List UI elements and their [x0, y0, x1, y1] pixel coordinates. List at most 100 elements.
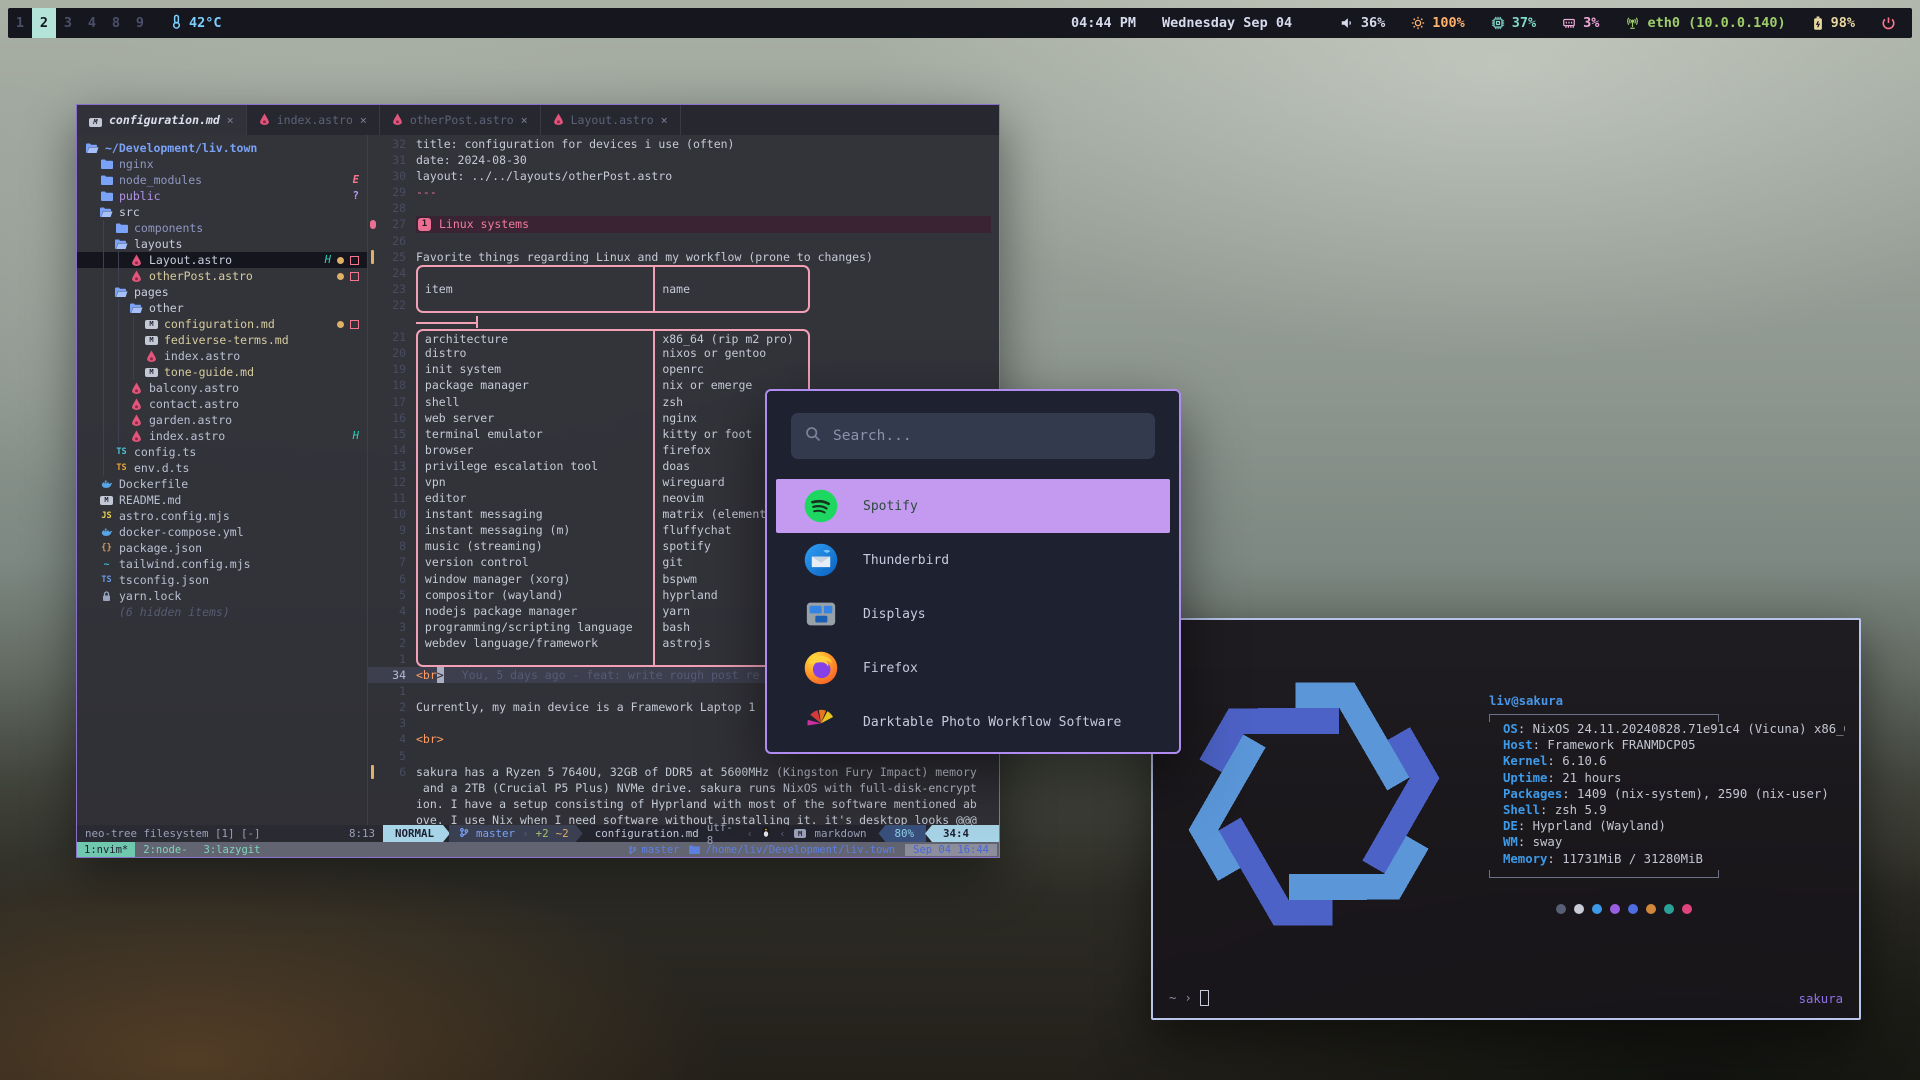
buffer-line[interactable]: ion. I have a setup consisting of Hyprla…: [368, 796, 999, 812]
tree-item-label: nginx: [119, 157, 154, 171]
tree-item[interactable]: MREADME.md: [77, 492, 367, 508]
tree-item[interactable]: ~tailwind.config.mjs: [77, 556, 367, 572]
workspace-2[interactable]: 2: [32, 8, 56, 38]
workspace-3[interactable]: 3: [56, 8, 80, 38]
fetch-info-row: Host: Framework FRANMDCP05: [1489, 738, 1845, 754]
tree-item[interactable]: nginx: [77, 156, 367, 172]
tree-item[interactable]: index.astro: [77, 348, 367, 364]
tree-item[interactable]: layouts: [77, 236, 367, 252]
tree-item[interactable]: components: [77, 220, 367, 236]
fetch-info-row: Uptime: 21 hours: [1489, 771, 1845, 787]
buffer-line[interactable]: 29---: [368, 184, 999, 200]
launcher-search[interactable]: [791, 413, 1155, 459]
buffer-line[interactable]: [368, 313, 999, 329]
tree-item[interactable]: yarn.lock: [77, 588, 367, 604]
tree-item[interactable]: garden.astro: [77, 412, 367, 428]
launcher-item-darktable[interactable]: Darktable Photo Workflow Software: [767, 695, 1179, 749]
tree-item[interactable]: node_modulesE: [77, 172, 367, 188]
tab-otherPost.astro[interactable]: otherPost.astro×: [380, 105, 541, 135]
tree-item[interactable]: Layout.astroH: [77, 252, 367, 268]
buffer-line[interactable]: and a 2TB (Crucial P5 Plus) NVMe drive. …: [368, 780, 999, 796]
tree-item[interactable]: other: [77, 300, 367, 316]
tree-item[interactable]: {}package.json: [77, 540, 367, 556]
tree-item[interactable]: Mfediverse-terms.md: [77, 332, 367, 348]
battery-module[interactable]: 98%: [1812, 15, 1855, 31]
brightness-module[interactable]: 100%: [1411, 15, 1465, 31]
tab-close-icon[interactable]: ×: [360, 113, 367, 127]
launcher-item-displays[interactable]: Displays: [767, 587, 1179, 641]
tree-item[interactable]: docker-compose.yml: [77, 524, 367, 540]
tab-close-icon[interactable]: ×: [661, 113, 668, 127]
workspace-9[interactable]: 9: [128, 8, 152, 38]
tree-item[interactable]: balcony.astro: [77, 380, 367, 396]
tree-item[interactable]: JSastro.config.mjs: [77, 508, 367, 524]
buffer-line[interactable]: 22: [368, 297, 999, 313]
buffer-line[interactable]: 20distronixos or gentoo: [368, 345, 999, 361]
buffer-line[interactable]: 21architecturex86_64 (rip m2 pro): [368, 329, 999, 345]
power-button[interactable]: [1881, 16, 1896, 31]
table-line: nodejs package manageryarn: [416, 603, 810, 619]
neo-tree-panel[interactable]: ~/Development/liv.townnginxnode_modulesE…: [77, 135, 368, 825]
tab-close-icon[interactable]: ×: [227, 113, 234, 127]
tree-item[interactable]: otherPost.astro: [77, 268, 367, 284]
sign-column: [368, 410, 380, 426]
tree-item-label: layouts: [134, 237, 182, 251]
buffer-line[interactable]: 6sakura has a Ryzen 5 7640U, 32GB of DDR…: [368, 764, 999, 780]
indent-guide: [85, 572, 99, 588]
tmux-window-3:lazygit[interactable]: 3:lazygit: [196, 844, 269, 856]
volume-module[interactable]: 36%: [1340, 15, 1385, 31]
tree-item[interactable]: TSenv.d.ts: [77, 460, 367, 476]
tmux-window-1:nvim*[interactable]: 1:nvim*: [77, 842, 135, 857]
tree-item[interactable]: Dockerfile: [77, 476, 367, 492]
launcher-item-spotify[interactable]: Spotify: [776, 479, 1170, 533]
workspace-4[interactable]: 4: [80, 8, 104, 38]
buffer-line[interactable]: 30layout: ../../layouts/otherPost.astro: [368, 168, 999, 184]
search-input[interactable]: [831, 427, 1141, 445]
launcher-item-firefox[interactable]: Firefox: [767, 641, 1179, 695]
shell-prompt[interactable]: ~ ›: [1169, 990, 1209, 1006]
tree-item[interactable]: index.astroH: [77, 428, 367, 444]
buffer-line[interactable]: 28: [368, 200, 999, 216]
indent-guide: [85, 476, 99, 492]
tree-item[interactable]: (6 hidden items): [77, 604, 367, 620]
launcher-item-thunderbird[interactable]: Thunderbird: [767, 533, 1179, 587]
workspace-8[interactable]: 8: [104, 8, 128, 38]
buffer-line[interactable]: 32title: configuration for devices i use…: [368, 136, 999, 152]
tab-close-icon[interactable]: ×: [521, 113, 528, 127]
tree-item[interactable]: src: [77, 204, 367, 220]
buffer-line[interactable]: 26: [368, 233, 999, 249]
clock-module: 04:44 PM Wednesday Sep 04: [1071, 15, 1292, 31]
tree-item[interactable]: pages: [77, 284, 367, 300]
workspace-1[interactable]: 1: [8, 8, 32, 38]
tab-configuration.md[interactable]: Mconfiguration.md×: [77, 105, 247, 135]
tree-item[interactable]: public?: [77, 188, 367, 204]
tree-item[interactable]: TSconfig.ts: [77, 444, 367, 460]
cpu-module[interactable]: 37%: [1491, 15, 1536, 31]
buffer-line[interactable]: 25Favorite things regarding Linux and my…: [368, 249, 999, 265]
file-icon-folder-open: [114, 287, 129, 297]
buffer-line[interactable]: 31date: 2024-08-30: [368, 152, 999, 168]
buffer-line[interactable]: ove. I use Nix when I need software with…: [368, 812, 999, 825]
sign-column: [368, 780, 380, 796]
terminal-host-label: sakura: [1799, 992, 1843, 1006]
tree-item[interactable]: Mtone-guide.md: [77, 364, 367, 380]
network-module[interactable]: eth0 (10.0.0.140): [1625, 15, 1785, 31]
buffer-line[interactable]: 271Linux systems: [368, 216, 999, 232]
tab-Layout.astro[interactable]: Layout.astro×: [541, 105, 681, 135]
memory-module[interactable]: 3%: [1562, 15, 1599, 31]
tree-item[interactable]: TStsconfig.json: [77, 572, 367, 588]
table-cell: editor: [416, 490, 655, 506]
fetch-terminal-window[interactable]: liv@sakura OS: NixOS 24.11.20240828.71e9…: [1151, 618, 1861, 1020]
tab-index.astro[interactable]: index.astro×: [247, 105, 380, 135]
git-changed-count: ~2: [556, 827, 569, 840]
indent-guide: [118, 268, 129, 284]
buffer-line[interactable]: 23itemname: [368, 281, 999, 297]
tmux-window-2:node-[interactable]: 2:node-: [135, 844, 195, 856]
buffer-line[interactable]: 24: [368, 265, 999, 281]
tree-item[interactable]: contact.astro: [77, 396, 367, 412]
text: Favorite things regarding Linux and my w…: [416, 249, 873, 265]
tree-item[interactable]: Mconfiguration.md: [77, 316, 367, 332]
buffer-line[interactable]: 19init systemopenrc: [368, 361, 999, 377]
indent-guide: [85, 556, 99, 572]
tree-item[interactable]: ~/Development/liv.town: [77, 140, 367, 156]
